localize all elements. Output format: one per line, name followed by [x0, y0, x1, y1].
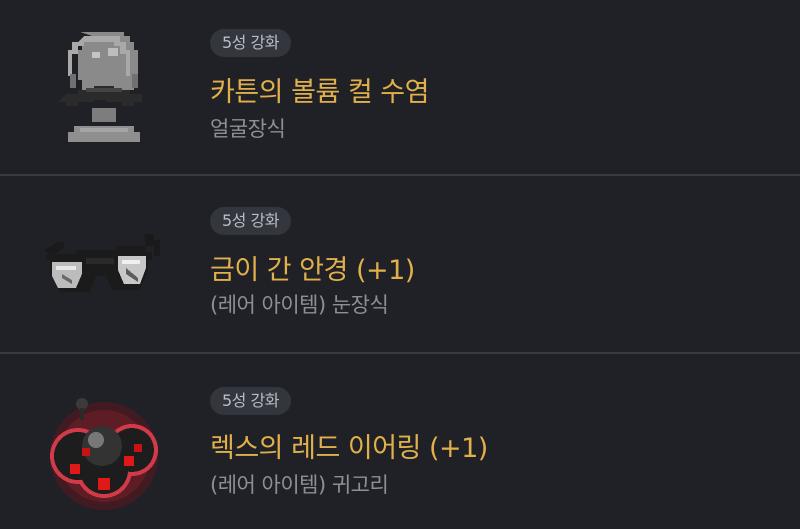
- item-name: 금이 간 안경 (+1): [210, 255, 415, 286]
- red-earring-icon: [40, 386, 168, 514]
- item-category: 얼굴장식: [210, 117, 286, 141]
- item-name: 렉스의 레드 이어링 (+1): [210, 433, 488, 464]
- item-category: (레어 아이템) 눈장식: [210, 293, 389, 317]
- enhance-badge: 5성 강화: [210, 29, 291, 57]
- item-category: (레어 아이템) 귀고리: [210, 473, 389, 497]
- enhance-badge: 5성 강화: [210, 387, 291, 415]
- cracked-glasses-icon: [40, 210, 168, 338]
- item-name: 카튼의 볼륨 컬 수염: [210, 77, 429, 108]
- list-item[interactable]: 5성 강화 금이 간 안경 (+1) (레어 아이템) 눈장식: [0, 176, 800, 354]
- list-item[interactable]: 5성 강화 카튼의 볼륨 컬 수염 얼굴장식: [0, 0, 800, 176]
- enhance-badge: 5성 강화: [210, 207, 291, 235]
- list-item[interactable]: 5성 강화 렉스의 레드 이어링 (+1) (레어 아이템) 귀고리: [0, 354, 800, 529]
- beard-mannequin-icon: [40, 22, 168, 150]
- item-list: 5성 강화 카튼의 볼륨 컬 수염 얼굴장식 5성 강화 금이 간 안경 (+1…: [0, 0, 800, 529]
